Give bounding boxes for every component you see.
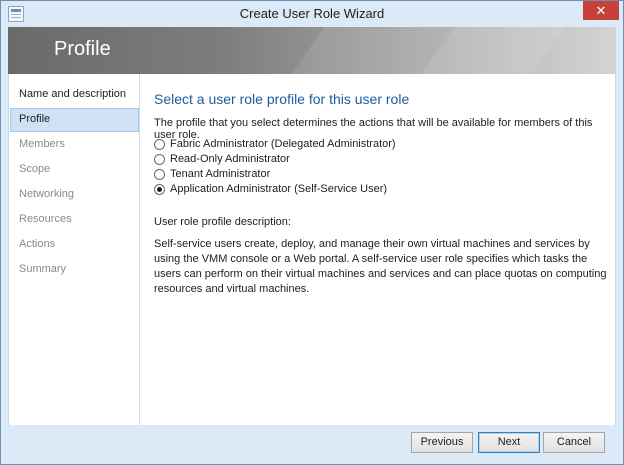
option-label: Read-Only Administrator bbox=[170, 153, 290, 165]
sidebar-item-members[interactable]: Members bbox=[10, 133, 139, 157]
profile-option-read-only-administrator[interactable]: Read-Only Administrator bbox=[154, 152, 290, 166]
next-button[interactable]: Next bbox=[478, 432, 540, 453]
cancel-button[interactable]: Cancel bbox=[543, 432, 605, 453]
radio-button[interactable] bbox=[154, 138, 165, 150]
radio-button[interactable] bbox=[154, 153, 165, 165]
title-bar[interactable]: Create User Role Wizard ✕ bbox=[1, 1, 623, 27]
section-heading: Select a user role profile for this user… bbox=[154, 91, 410, 107]
option-label: Fabric Administrator (Delegated Administ… bbox=[170, 138, 396, 150]
sidebar-item-scope[interactable]: Scope bbox=[10, 158, 139, 182]
radio-button-selected[interactable] bbox=[154, 183, 165, 195]
option-label: Application Administrator (Self-Service … bbox=[170, 183, 388, 195]
sidebar-item-profile[interactable]: Profile bbox=[10, 108, 139, 132]
wizard-window: Create User Role Wizard ✕ Profile Name a… bbox=[0, 0, 624, 465]
description-label: User role profile description: bbox=[154, 216, 291, 228]
profile-option-tenant-administrator[interactable]: Tenant Administrator bbox=[154, 167, 270, 181]
sidebar-item-networking[interactable]: Networking bbox=[10, 183, 139, 207]
wizard-sidebar: Name and description Profile Members Sco… bbox=[9, 74, 140, 425]
sidebar-item-summary[interactable]: Summary bbox=[10, 258, 139, 282]
close-button[interactable]: ✕ bbox=[583, 1, 619, 20]
profile-option-application-administrator[interactable]: Application Administrator (Self-Service … bbox=[154, 182, 387, 196]
close-icon: ✕ bbox=[595, 3, 607, 18]
previous-button[interactable]: Previous bbox=[411, 432, 473, 453]
window-title: Create User Role Wizard bbox=[239, 6, 385, 21]
page-header: Profile bbox=[8, 27, 616, 74]
option-label: Tenant Administrator bbox=[170, 168, 271, 180]
sidebar-item-resources[interactable]: Resources bbox=[10, 208, 139, 232]
profile-option-fabric-administrator[interactable]: Fabric Administrator (Delegated Administ… bbox=[154, 137, 396, 151]
sidebar-item-name-and-description[interactable]: Name and description bbox=[10, 83, 139, 107]
sidebar-item-actions[interactable]: Actions bbox=[10, 233, 139, 257]
wizard-footer: Previous Next Cancel bbox=[8, 425, 616, 459]
main-panel: Select a user role profile for this user… bbox=[154, 74, 612, 425]
profile-description: Self-service users create, deploy, and m… bbox=[154, 238, 607, 295]
page-title: Profile bbox=[54, 38, 111, 60]
radio-button[interactable] bbox=[154, 168, 165, 180]
content-area: Name and description Profile Members Sco… bbox=[8, 74, 616, 425]
